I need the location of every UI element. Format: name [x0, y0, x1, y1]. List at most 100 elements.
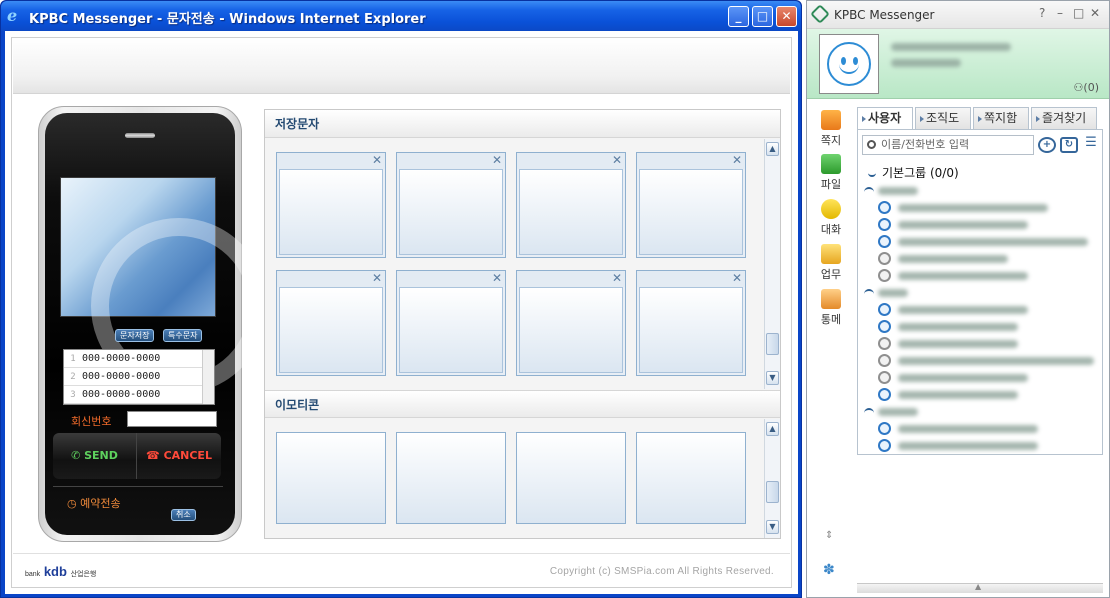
- emoticon-grid: ▲ ▼: [265, 419, 780, 538]
- saved-message-card[interactable]: ✕: [516, 152, 626, 258]
- message-screen[interactable]: [60, 177, 267, 394]
- saved-message-card[interactable]: ✕: [396, 270, 506, 376]
- recipient-row[interactable]: 3 000-0000-0000: [64, 386, 204, 404]
- close-button[interactable]: ✕: [776, 6, 797, 27]
- refresh-icon[interactable]: ↻: [1060, 137, 1078, 153]
- emoticon-card[interactable]: [636, 432, 746, 524]
- tab-favorites[interactable]: 즐겨찾기: [1031, 107, 1097, 129]
- profile-name-redacted: [891, 43, 1011, 51]
- recipient-row[interactable]: 2 000-0000-0000: [64, 368, 204, 386]
- search-input[interactable]: 이름/전화번호 입력: [862, 135, 1034, 155]
- saved-message-card[interactable]: ✕: [636, 270, 746, 376]
- scroll-down-icon[interactable]: ▼: [766, 371, 779, 385]
- reserve-send-toggle[interactable]: ◷ 예약전송: [67, 495, 121, 511]
- user-row[interactable]: [858, 267, 1102, 284]
- avatar[interactable]: [819, 34, 879, 94]
- add-group-icon[interactable]: +: [1038, 137, 1056, 153]
- delete-icon[interactable]: ✕: [492, 271, 502, 286]
- emoticon-card[interactable]: [396, 432, 506, 524]
- delete-icon[interactable]: ✕: [492, 153, 502, 168]
- tab-notebox[interactable]: 쪽지함: [973, 107, 1029, 129]
- minimize-button[interactable]: _: [728, 6, 749, 27]
- sort-icon[interactable]: ⇕: [825, 530, 833, 541]
- emoticon-scrollbar[interactable]: ▲ ▼: [764, 419, 780, 538]
- user-row[interactable]: [858, 420, 1102, 437]
- saved-message-card[interactable]: ✕: [516, 270, 626, 376]
- delete-icon[interactable]: ✕: [372, 153, 382, 168]
- puzzle-icon[interactable]: ✽: [823, 562, 835, 578]
- profile-status-redacted: [891, 59, 961, 67]
- close-button[interactable]: ✕: [1090, 6, 1100, 20]
- scroll-thumb[interactable]: [766, 481, 779, 503]
- user-row[interactable]: [858, 199, 1102, 216]
- user-row[interactable]: [858, 369, 1102, 386]
- delete-icon[interactable]: ✕: [612, 153, 622, 168]
- subgroup-row[interactable]: [858, 284, 1102, 301]
- callback-number-input[interactable]: [127, 411, 217, 427]
- help-button[interactable]: ?: [1039, 6, 1045, 20]
- group-icon: [864, 408, 874, 413]
- saved-message-card[interactable]: ✕: [636, 152, 746, 258]
- user-row[interactable]: [858, 437, 1102, 454]
- recipient-scrollbar[interactable]: [202, 350, 214, 404]
- messenger-titlebar[interactable]: KPBC Messenger ? – □ ✕: [807, 1, 1109, 29]
- user-row[interactable]: [858, 301, 1102, 318]
- ie-titlebar[interactable]: e KPBC Messenger - 문자전송 - Windows Intern…: [1, 1, 801, 31]
- kdb-logo: bank kdb 산업은행: [25, 564, 97, 579]
- user-offline-icon: [878, 371, 891, 384]
- user-row[interactable]: [858, 335, 1102, 352]
- chevron-up-icon[interactable]: ▲: [975, 582, 981, 591]
- emoticon-card[interactable]: [276, 432, 386, 524]
- minimize-button[interactable]: –: [1057, 6, 1063, 20]
- group-root[interactable]: 기본그룹 (0/0): [868, 164, 959, 181]
- user-row[interactable]: [858, 250, 1102, 267]
- tab-users[interactable]: 사용자: [857, 107, 913, 130]
- user-row[interactable]: [858, 318, 1102, 335]
- sidebar-item-file[interactable]: 파일: [815, 154, 847, 192]
- user-row[interactable]: [858, 233, 1102, 250]
- user-icon: [878, 218, 891, 231]
- scroll-up-icon[interactable]: ▲: [766, 422, 779, 436]
- saved-message-card[interactable]: ✕: [276, 270, 386, 376]
- delete-icon[interactable]: ✕: [732, 153, 742, 168]
- maximize-button[interactable]: □: [752, 6, 773, 27]
- sidebar-item-mail[interactable]: 통메: [815, 289, 847, 327]
- user-icon: [878, 201, 891, 214]
- subgroup-row[interactable]: [858, 403, 1102, 420]
- list-icon[interactable]: ☰: [1082, 136, 1100, 153]
- send-button[interactable]: ✆ SEND: [53, 433, 137, 479]
- user-row[interactable]: [858, 386, 1102, 403]
- emoticon-title: 이모티콘: [265, 390, 780, 418]
- emoticon-card[interactable]: [516, 432, 626, 524]
- delete-icon[interactable]: ✕: [372, 271, 382, 286]
- save-message-button[interactable]: 문자저장: [115, 329, 155, 342]
- scroll-down-icon[interactable]: ▼: [766, 520, 779, 534]
- notification-count[interactable]: ⚇(0): [1074, 81, 1099, 94]
- reserve-cancel-button[interactable]: 취소: [171, 509, 196, 521]
- phone-speaker: [125, 133, 155, 138]
- scroll-thumb[interactable]: [766, 333, 779, 355]
- user-row[interactable]: [858, 352, 1102, 369]
- sidebar-item-work[interactable]: 업무: [815, 244, 847, 282]
- saved-message-card[interactable]: ✕: [276, 152, 386, 258]
- saved-scrollbar[interactable]: ▲ ▼: [764, 139, 780, 389]
- user-row[interactable]: [858, 216, 1102, 233]
- subgroup-row[interactable]: [858, 182, 1102, 199]
- scroll-up-icon[interactable]: ▲: [766, 142, 779, 156]
- page-header-bar: [13, 39, 790, 94]
- tab-org[interactable]: 조직도: [915, 107, 971, 129]
- cancel-button[interactable]: ☎ CANCEL: [137, 433, 221, 479]
- user-icon: [878, 320, 891, 333]
- messenger-window: KPBC Messenger ? – □ ✕ ⚇(0) 쪽지 파일 대화 업무 …: [806, 0, 1110, 598]
- window-title: KPBC Messenger - 문자전송 - Windows Internet…: [29, 12, 426, 27]
- saved-message-card[interactable]: ✕: [396, 152, 506, 258]
- delete-icon[interactable]: ✕: [732, 271, 742, 286]
- group-icon: [864, 289, 874, 294]
- delete-icon[interactable]: ✕: [612, 271, 622, 286]
- sidebar-item-chat[interactable]: 대화: [815, 199, 847, 237]
- special-char-button[interactable]: 특수문자: [163, 329, 203, 342]
- recipient-row[interactable]: 1 000-0000-0000: [64, 350, 204, 368]
- saved-messages-title: 저장문자: [265, 110, 780, 138]
- sidebar-item-note[interactable]: 쪽지: [815, 110, 847, 148]
- maximize-button[interactable]: □: [1073, 6, 1084, 20]
